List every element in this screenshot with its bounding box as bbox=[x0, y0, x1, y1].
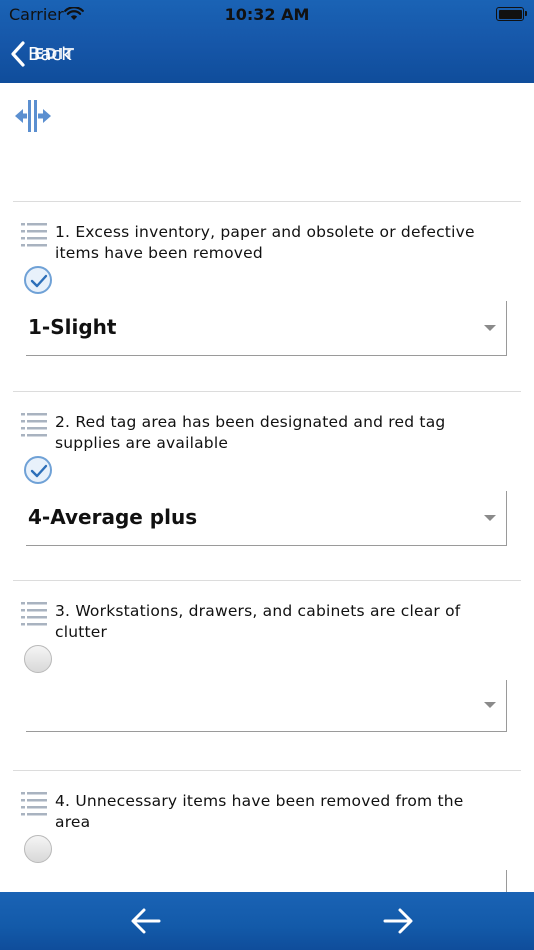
rating-select[interactable] bbox=[26, 870, 507, 892]
rating-value: 4-Average plus bbox=[28, 505, 198, 529]
back-button[interactable]: Back bbox=[10, 40, 72, 68]
list-icon bbox=[21, 222, 47, 252]
question-text: 2. Red tag area has been designated and … bbox=[55, 413, 446, 452]
checklist-content[interactable]: 1. Excess inventory, paper and obsolete … bbox=[0, 83, 534, 892]
list-item: 2. Red tag area has been designated and … bbox=[13, 391, 521, 582]
arrow-right-icon[interactable] bbox=[382, 906, 414, 940]
checkmark-icon bbox=[30, 274, 48, 288]
resize-horizontal-icon[interactable] bbox=[14, 99, 52, 137]
checkbox-unchecked[interactable] bbox=[24, 645, 52, 673]
checkbox-unchecked[interactable] bbox=[24, 835, 52, 863]
rating-select[interactable] bbox=[26, 680, 507, 732]
list-item: 1. Excess inventory, paper and obsolete … bbox=[13, 201, 521, 392]
status-bar: Carrier 10:32 AM bbox=[0, 0, 534, 30]
checkmark-icon bbox=[30, 464, 48, 478]
chevron-left-icon bbox=[11, 41, 25, 67]
checkbox-checked[interactable] bbox=[24, 456, 52, 484]
arrow-left-icon[interactable] bbox=[130, 906, 162, 940]
caret-down-icon bbox=[484, 325, 496, 331]
battery-icon bbox=[496, 7, 527, 21]
question-text: 3. Workstations, drawers, and cabinets a… bbox=[55, 602, 461, 641]
back-label: Back bbox=[28, 43, 72, 65]
caret-down-icon bbox=[484, 515, 496, 521]
list-icon bbox=[21, 791, 47, 821]
question-text: 4. Unnecessary items have been removed f… bbox=[55, 792, 464, 831]
bottom-toolbar bbox=[0, 892, 534, 950]
list-icon bbox=[21, 412, 47, 442]
navigation-bar: Carrier 10:32 AM EDIT Back bbox=[0, 0, 534, 83]
question-text: 1. Excess inventory, paper and obsolete … bbox=[55, 223, 475, 262]
list-item: 3. Workstations, drawers, and cabinets a… bbox=[13, 580, 521, 771]
rating-select[interactable]: 1-Slight bbox=[26, 301, 507, 356]
caret-down-icon bbox=[484, 702, 496, 708]
rating-select[interactable]: 4-Average plus bbox=[26, 491, 507, 546]
checkbox-checked[interactable] bbox=[24, 266, 52, 294]
list-icon bbox=[21, 601, 47, 631]
clock: 10:32 AM bbox=[224, 5, 310, 24]
rating-value: 1-Slight bbox=[28, 315, 117, 339]
list-item: 4. Unnecessary items have been removed f… bbox=[13, 770, 521, 892]
